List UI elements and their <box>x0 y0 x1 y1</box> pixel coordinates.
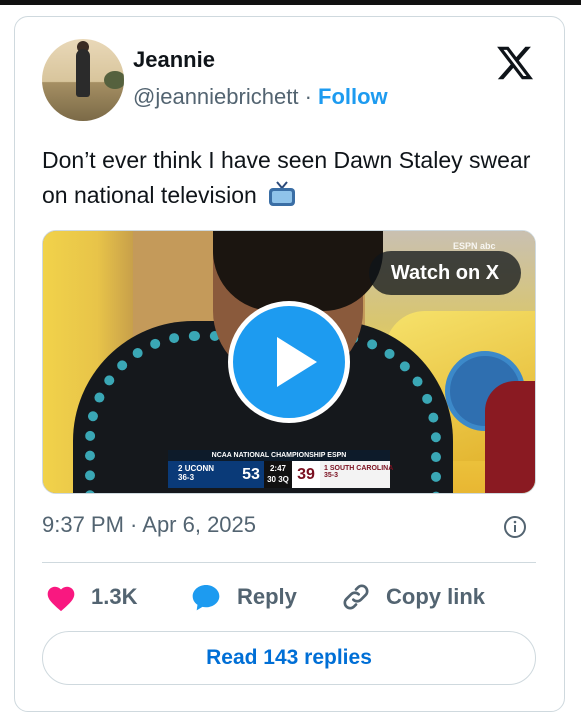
watch-on-x-button[interactable]: Watch on X <box>369 251 521 295</box>
team1-seed: 2 <box>178 464 183 473</box>
copy-link-label: Copy link <box>386 584 486 609</box>
network-watermark: ESPN abc <box>453 241 496 251</box>
like-button[interactable]: 1.3K <box>45 580 137 614</box>
scorebug-title: NCAA NATIONAL CHAMPIONSHIP ESPN <box>168 450 390 461</box>
team1-score: 53 <box>238 461 264 488</box>
reply-button[interactable]: Reply <box>189 580 297 614</box>
link-icon <box>343 584 369 610</box>
team2-name: SOUTH CAROLINA <box>329 465 394 472</box>
reply-label: Reply <box>237 584 297 609</box>
divider <box>42 562 536 563</box>
like-count: 1.3K <box>91 584 138 609</box>
game-clock: 2:47 30 3Q <box>264 461 292 488</box>
shot-clock: 30 <box>267 475 276 484</box>
coach-hair <box>213 231 383 311</box>
scorebug-team2: 1 SOUTH CAROLINA 35-3 <box>320 461 394 488</box>
avatar-figure <box>76 49 90 97</box>
reply-bubble-icon <box>192 585 220 611</box>
avatar[interactable] <box>42 39 124 121</box>
team2-seed: 1 <box>324 465 328 472</box>
team2-score: 39 <box>292 461 320 488</box>
top-edge-bar <box>0 0 581 5</box>
tweet-text: Don’t ever think I have seen Dawn Staley… <box>42 143 542 213</box>
team1-record: 36-3 <box>178 473 195 482</box>
handle-separator: · <box>304 84 312 109</box>
period: 3Q <box>278 475 289 484</box>
video-thumbnail[interactable]: ESPN abc Watch on X NCAA NATIONAL CHAMPI… <box>42 230 536 494</box>
follow-button[interactable]: Follow <box>318 84 388 109</box>
scorebug-title-text: NCAA NATIONAL CHAMPIONSHIP <box>211 452 326 459</box>
author-handle-row: @jeanniebrichett · Follow <box>133 84 388 110</box>
clock-time: 2:47 <box>269 464 286 473</box>
x-logo-icon[interactable] <box>495 43 535 83</box>
person-right-edge <box>485 381 535 493</box>
scorebug: NCAA NATIONAL CHAMPIONSHIP ESPN 2 UCONN … <box>168 450 394 488</box>
heart-icon <box>47 586 75 612</box>
television-emoji-icon <box>269 181 296 206</box>
play-button[interactable] <box>228 301 350 423</box>
author-name[interactable]: Jeannie <box>133 47 215 73</box>
info-icon[interactable] <box>503 515 527 539</box>
copy-link-button[interactable]: Copy link <box>340 580 485 614</box>
read-replies-button[interactable]: Read 143 replies <box>42 631 536 685</box>
team2-record: 35-3 <box>324 472 339 479</box>
tweet-timestamp[interactable]: 9:37 PM · Apr 6, 2025 <box>42 512 256 538</box>
avatar-tree <box>104 71 124 89</box>
scorebug-network: ESPN <box>327 452 347 459</box>
scorebug-team1: 2 UCONN 36-3 <box>168 461 238 488</box>
author-handle[interactable]: @jeanniebrichett <box>133 84 298 109</box>
team1-name: UCONN <box>184 464 215 473</box>
tweet-embed-card: Jeannie @jeanniebrichett · Follow Don’t … <box>14 16 565 712</box>
play-icon <box>277 337 317 387</box>
